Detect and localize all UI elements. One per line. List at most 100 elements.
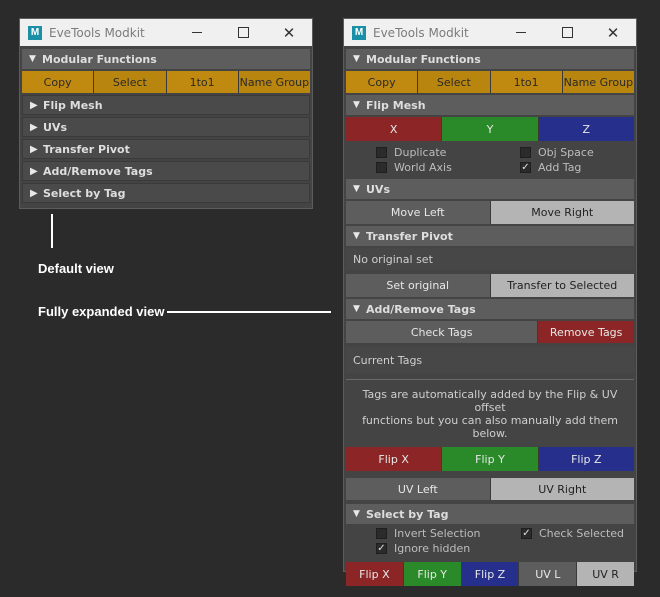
checkbox-label: Obj Space (538, 146, 594, 159)
expanded-arrow-icon: ▼ (353, 54, 360, 64)
invert-selection-checkbox[interactable]: Invert Selection (376, 526, 521, 541)
expanded-arrow-icon: ▼ (29, 54, 36, 64)
move-right-button[interactable]: Move Right (490, 201, 634, 224)
section-select-by-tag[interactable]: ▼ Select by Tag (346, 504, 634, 524)
1to1-button[interactable]: 1to1 (490, 71, 563, 93)
checkbox-label: Ignore hidden (394, 542, 471, 555)
section-label: UVs (366, 182, 390, 196)
name-group-button[interactable]: Name Group (238, 71, 310, 93)
default-view-annotation: Default view (38, 261, 114, 276)
select-button[interactable]: Select (94, 71, 167, 93)
select-flip-y-button[interactable]: Flip Y (403, 562, 462, 586)
close-button[interactable]: ✕ (590, 19, 636, 46)
panel-content: ▼ Modular Functions Copy Select 1to1 Nam… (344, 46, 636, 586)
section-label: Flip Mesh (43, 98, 103, 112)
collapsed-arrow-icon: ▶ (30, 187, 38, 199)
checkbox-label: Add Tag (538, 161, 582, 174)
copy-button[interactable]: Copy (346, 71, 419, 93)
section-label: Transfer Pivot (366, 229, 453, 243)
section-transfer-pivot[interactable]: ▶ Transfer Pivot (22, 139, 310, 159)
section-label: Transfer Pivot (43, 142, 130, 156)
maximize-button[interactable] (544, 19, 590, 46)
check-selected-checkbox[interactable]: ✓ Check Selected (521, 526, 624, 541)
checkbox-box (376, 162, 387, 173)
panel-content: ▼ Modular Functions Copy Select 1to1 Nam… (20, 46, 312, 203)
checkmark-icon: ✓ (521, 527, 532, 539)
uv-left-button[interactable]: UV Left (346, 478, 491, 500)
minimize-button[interactable] (174, 19, 220, 46)
current-tags-label: Current Tags (346, 347, 634, 373)
section-label: Select by Tag (43, 186, 126, 200)
select-flip-z-button[interactable]: Flip Z (461, 562, 520, 586)
section-label: Select by Tag (366, 507, 449, 521)
section-uvs[interactable]: ▼ UVs (346, 179, 634, 199)
expanded-arrow-icon: ▼ (353, 231, 360, 241)
transfer-to-selected-button[interactable]: Transfer to Selected (490, 274, 634, 297)
name-group-button[interactable]: Name Group (562, 71, 634, 93)
duplicate-checkbox[interactable]: Duplicate (376, 145, 520, 160)
title-bar[interactable]: M EveTools Modkit ✕ (344, 19, 636, 46)
section-uvs[interactable]: ▶ UVs (22, 117, 310, 137)
flip-x-button[interactable]: X (346, 117, 443, 141)
remove-tags-button[interactable]: Remove Tags (538, 321, 634, 343)
select-options: Invert Selection ✓ Ignore hidden ✓ Check… (346, 524, 634, 558)
window-title: EveTools Modkit (49, 25, 145, 40)
uv-right-button[interactable]: UV Right (490, 478, 634, 500)
tag-uv-buttons-row: UV Left UV Right (346, 478, 634, 500)
checkbox-box (376, 528, 387, 539)
add-tag-checkbox[interactable]: ✓ Add Tag (520, 160, 594, 175)
tag-flip-z-button[interactable]: Flip Z (538, 447, 634, 471)
section-label: Modular Functions (366, 52, 481, 66)
collapsed-arrow-icon: ▶ (30, 143, 38, 155)
section-label: Modular Functions (42, 52, 157, 66)
section-add-remove-tags[interactable]: ▼ Add/Remove Tags (346, 299, 634, 319)
modular-buttons-row: Copy Select 1to1 Name Group (346, 71, 634, 93)
minimize-button[interactable] (498, 19, 544, 46)
flip-z-button[interactable]: Z (538, 117, 634, 141)
info-line: Tags are automatically added by the Flip… (362, 388, 618, 414)
check-tags-button[interactable]: Check Tags (346, 321, 539, 343)
set-original-button[interactable]: Set original (346, 274, 491, 297)
copy-button[interactable]: Copy (22, 71, 95, 93)
expanded-arrow-icon: ▼ (353, 509, 360, 519)
world-axis-checkbox[interactable]: World Axis (376, 160, 520, 175)
checkbox-box (376, 147, 387, 158)
info-line: functions but you can also manually add … (362, 414, 618, 440)
select-uv-r-button[interactable]: UV R (577, 562, 634, 586)
expanded-arrow-icon: ▼ (353, 184, 360, 194)
window-title: EveTools Modkit (373, 25, 469, 40)
section-modular-functions[interactable]: ▼ Modular Functions (22, 49, 310, 69)
select-flip-x-button[interactable]: Flip X (346, 562, 404, 586)
tag-flip-buttons-row: Flip X Flip Y Flip Z (346, 447, 634, 471)
select-button[interactable]: Select (418, 71, 491, 93)
section-flip-mesh[interactable]: ▶ Flip Mesh (22, 95, 310, 115)
expanded-view-annotation: Fully expanded view (38, 304, 165, 319)
checkbox-label: Duplicate (394, 146, 447, 159)
flip-buttons-row: X Y Z (346, 117, 634, 141)
flip-options: Duplicate World Axis Obj Space ✓ Add Tag (346, 141, 634, 177)
checkbox-label: Check Selected (539, 527, 625, 540)
move-left-button[interactable]: Move Left (346, 201, 491, 224)
default-view-pointer-line (51, 214, 53, 248)
maximize-button[interactable] (220, 19, 266, 46)
uv-buttons-row: Move Left Move Right (346, 201, 634, 224)
pivot-buttons-row: Set original Transfer to Selected (346, 274, 634, 297)
section-transfer-pivot[interactable]: ▼ Transfer Pivot (346, 226, 634, 246)
section-flip-mesh[interactable]: ▼ Flip Mesh (346, 95, 634, 115)
select-uv-l-button[interactable]: UV L (519, 562, 578, 586)
title-bar[interactable]: M EveTools Modkit ✕ (20, 19, 312, 46)
modular-buttons-row: Copy Select 1to1 Name Group (22, 71, 310, 93)
obj-space-checkbox[interactable]: Obj Space (520, 145, 594, 160)
section-modular-functions[interactable]: ▼ Modular Functions (346, 49, 634, 69)
expanded-arrow-icon: ▼ (353, 100, 360, 110)
tag-flip-y-button[interactable]: Flip Y (442, 447, 539, 471)
1to1-button[interactable]: 1to1 (166, 71, 239, 93)
collapsed-arrow-icon: ▶ (30, 165, 38, 177)
ignore-hidden-checkbox[interactable]: ✓ Ignore hidden (376, 541, 521, 556)
flip-y-button[interactable]: Y (442, 117, 539, 141)
tag-flip-x-button[interactable]: Flip X (346, 447, 443, 471)
close-button[interactable]: ✕ (266, 19, 312, 46)
section-select-by-tag[interactable]: ▶ Select by Tag (22, 183, 310, 203)
section-add-remove-tags[interactable]: ▶ Add/Remove Tags (22, 161, 310, 181)
tags-info-text: Tags are automatically added by the Flip… (346, 380, 634, 440)
